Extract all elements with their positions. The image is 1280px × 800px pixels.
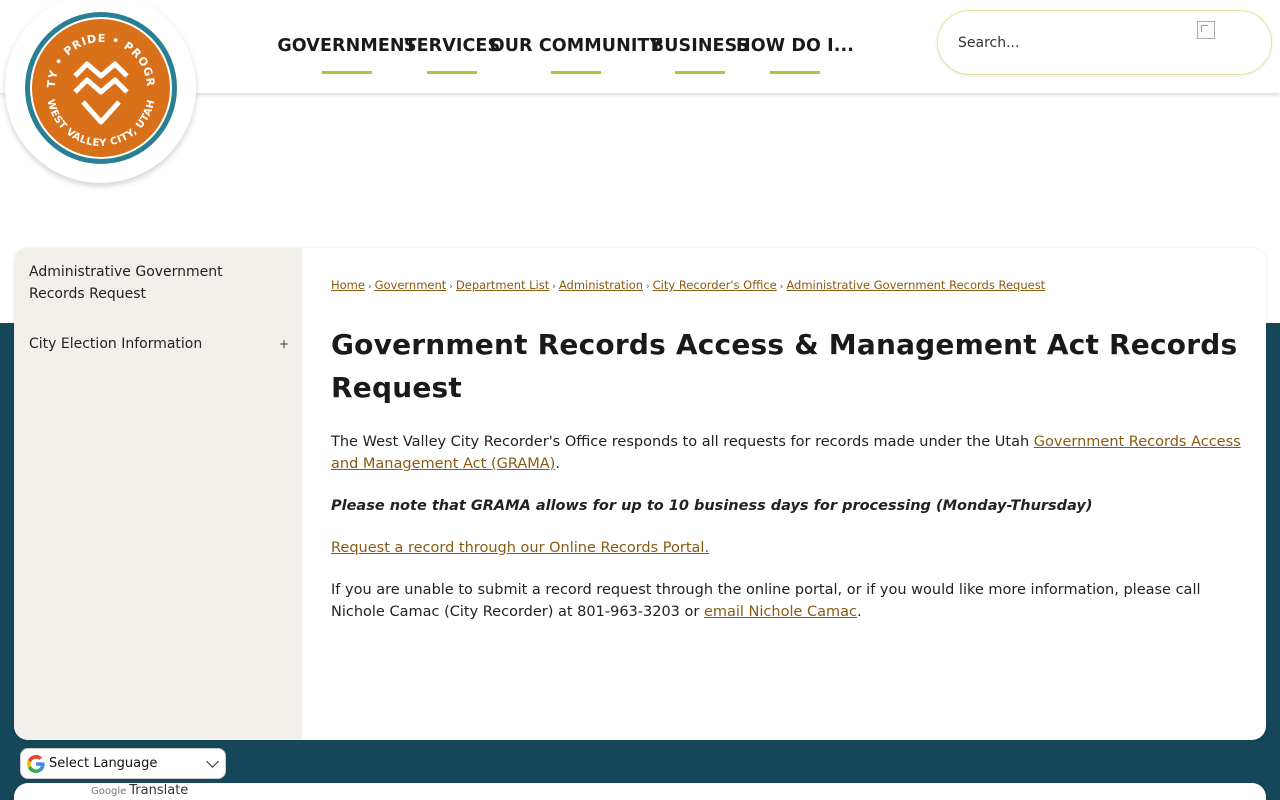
- footer-card: [14, 783, 1266, 800]
- page-title: Government Records Access & Management A…: [331, 328, 1238, 404]
- main-nav: GOVERNMENT SERVICES OUR COMMUNITY BUSINE…: [277, 35, 854, 74]
- nav-services[interactable]: SERVICES: [404, 35, 500, 74]
- breadcrumb-current-page[interactable]: Administrative Government Records Reques…: [786, 278, 1045, 292]
- google-g-icon: [27, 754, 45, 773]
- processing-note: Please note that GRAMA allows for up to …: [331, 498, 1093, 514]
- nav-underline: [427, 71, 477, 74]
- nav-business[interactable]: BUSINESS: [651, 35, 749, 74]
- search-box: [937, 10, 1272, 75]
- nav-business-label: BUSINESS: [650, 36, 750, 56]
- contact-paragraph: If you are unable to submit a record req…: [331, 582, 1201, 620]
- expand-plus-icon[interactable]: +: [279, 333, 289, 355]
- nav-underline: [675, 71, 725, 74]
- city-logo[interactable]: UNITY • PRIDE • PROGRESS WEST VALLEY CIT…: [5, 0, 196, 183]
- language-select[interactable]: Select Language: [20, 748, 226, 779]
- online-records-portal-link[interactable]: Request a record through our Online Reco…: [331, 540, 709, 556]
- sidebar-item-records-request[interactable]: Administrative Government Records Reques…: [29, 261, 249, 305]
- sidebar-item-label: City Election Information: [29, 336, 203, 352]
- breadcrumb: Home › Government › Department List › Administ…: [331, 278, 1046, 292]
- nav-government-label: GOVERNMENT: [277, 36, 417, 56]
- intro-paragraph: The West Valley City Recorder's Office r…: [331, 434, 1241, 472]
- content-card: Administrative Government Records Reques…: [14, 248, 1266, 740]
- nav-services-label: SERVICES: [403, 36, 501, 56]
- nav-underline: [322, 71, 372, 74]
- nav-how-do-i-label: HOW DO I...: [736, 36, 854, 56]
- chevron-down-icon: [206, 755, 219, 768]
- breadcrumb-administration[interactable]: Administration: [559, 278, 643, 292]
- google-wordmark: Google: [91, 786, 127, 797]
- breadcrumb-government[interactable]: Government: [375, 278, 447, 292]
- nav-our-community[interactable]: OUR COMMUNITY: [490, 35, 662, 74]
- sidebar-item-label: Administrative Government Records Reques…: [29, 264, 223, 302]
- breadcrumb-city-recorder[interactable]: City Recorder's Office: [653, 278, 777, 292]
- nav-how-do-i[interactable]: HOW DO I...: [736, 35, 854, 74]
- search-button-icon[interactable]: [1197, 21, 1215, 39]
- city-seal-icon: UNITY • PRIDE • PROGRESS WEST VALLEY CIT…: [23, 10, 177, 164]
- sidebar: Administrative Government Records Reques…: [14, 248, 302, 740]
- google-translate-attribution[interactable]: Google Translate: [91, 783, 188, 798]
- breadcrumb-department-list[interactable]: Department List: [456, 278, 549, 292]
- sidebar-item-election-info[interactable]: City Election Information +: [29, 333, 289, 355]
- main-content: Home › Government › Department List › Administ…: [331, 276, 1241, 623]
- nav-underline: [551, 71, 601, 74]
- portal-paragraph: Request a record through our Online Reco…: [331, 537, 1241, 559]
- email-recorder-link[interactable]: email Nichole Camac: [704, 604, 857, 620]
- nav-government[interactable]: GOVERNMENT: [277, 35, 417, 74]
- nav-underline: [770, 71, 820, 74]
- translate-label: Translate: [129, 783, 189, 798]
- nav-our-community-label: OUR COMMUNITY: [489, 36, 663, 56]
- language-select-label: Select Language: [49, 756, 158, 771]
- breadcrumb-home[interactable]: Home: [331, 278, 365, 292]
- search-input[interactable]: [958, 31, 1198, 55]
